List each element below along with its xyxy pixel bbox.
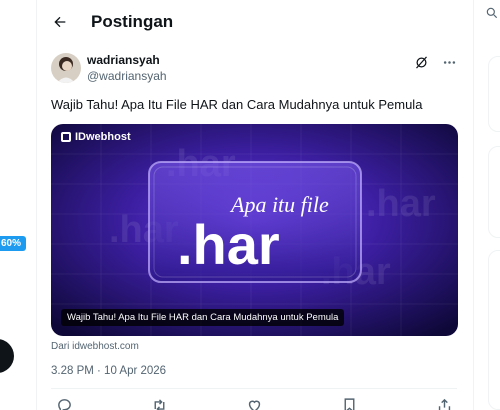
brand-logo: IDwebhost bbox=[61, 131, 131, 143]
display-name[interactable]: wadriansyah bbox=[87, 52, 167, 68]
right-rail bbox=[475, 0, 500, 410]
arrow-left-icon[interactable] bbox=[51, 13, 69, 31]
user-handle[interactable]: @wadriansyah bbox=[87, 68, 167, 84]
link-source[interactable]: Dari idwebhost.com bbox=[51, 341, 457, 352]
post-timestamp[interactable]: 3.28 PM · 10 Apr 2026 bbox=[51, 365, 457, 377]
post-media[interactable]: .har .har .har .har Apa itu file .har ID… bbox=[51, 124, 458, 336]
bg-word-3: .har bbox=[366, 183, 436, 225]
post-button[interactable] bbox=[0, 339, 14, 373]
post-actions bbox=[51, 389, 457, 410]
brand-mark-icon bbox=[61, 132, 71, 142]
grok-icon[interactable] bbox=[413, 54, 429, 70]
share-icon[interactable] bbox=[435, 396, 453, 410]
post-top-actions bbox=[413, 54, 457, 70]
post-text: Wajib Tahu! Apa Itu File HAR dan Cara Mu… bbox=[51, 97, 423, 112]
main-column: Postingan wadriansyah @wadriansyah Wajib… bbox=[36, 0, 474, 410]
left-rail: 60% bbox=[0, 0, 36, 410]
brand-name: IDwebhost bbox=[75, 131, 131, 143]
more-horizontal-icon[interactable] bbox=[441, 54, 457, 70]
sidebar-card-2[interactable] bbox=[488, 146, 500, 238]
reply-icon[interactable] bbox=[55, 396, 73, 410]
avatar[interactable] bbox=[51, 53, 81, 83]
page-title: Postingan bbox=[91, 12, 174, 31]
repost-icon[interactable] bbox=[150, 396, 168, 410]
progress-badge: 60% bbox=[0, 236, 27, 251]
sidebar-card-1[interactable] bbox=[488, 56, 500, 132]
sidebar-card-3[interactable] bbox=[488, 250, 500, 410]
heart-icon[interactable] bbox=[245, 396, 263, 410]
headline-big: .har bbox=[177, 213, 280, 276]
page-header: Postingan bbox=[37, 0, 473, 44]
media-caption: Wajib Tahu! Apa Itu File HAR dan Cara Mu… bbox=[61, 309, 345, 326]
post: wadriansyah @wadriansyah Wajib Tahu! Apa… bbox=[37, 44, 473, 410]
author-info: wadriansyah @wadriansyah bbox=[87, 52, 167, 84]
author-row: wadriansyah @wadriansyah bbox=[51, 48, 457, 88]
search-icon[interactable] bbox=[485, 6, 499, 25]
bookmark-icon[interactable] bbox=[340, 396, 358, 410]
